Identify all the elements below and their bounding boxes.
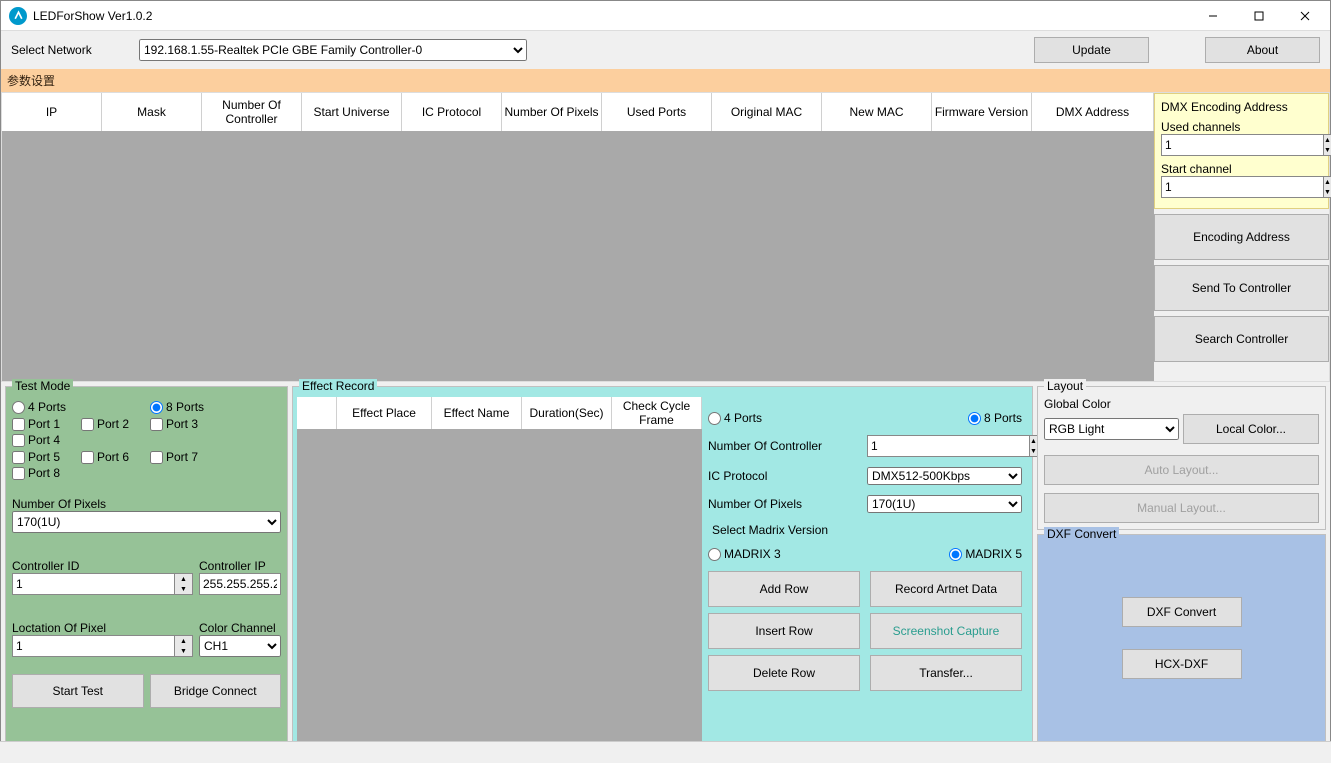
col-mask: Mask: [102, 93, 202, 131]
maximize-button[interactable]: [1236, 1, 1282, 31]
col-firmware: Firmware Version: [932, 93, 1032, 131]
effect-num-pixels-label: Number Of Pixels: [708, 497, 858, 511]
dxf-convert-button[interactable]: DXF Convert: [1122, 597, 1242, 627]
delete-row-button[interactable]: Delete Row: [708, 655, 860, 691]
controller-ip-label: Controller IP: [199, 559, 281, 573]
num-pixels-label: Number Of Pixels: [12, 497, 281, 511]
effect-radio-4ports[interactable]: 4 Ports: [708, 411, 762, 425]
location-pixel-label: Loctation Of Pixel: [12, 621, 193, 635]
layout-title: Layout: [1044, 379, 1086, 393]
location-pixel-input[interactable]: ▲▼: [12, 635, 193, 657]
auto-layout-button[interactable]: Auto Layout...: [1044, 455, 1319, 485]
chk-port7[interactable]: Port 7: [150, 450, 217, 464]
screenshot-capture-button[interactable]: Screenshot Capture: [870, 613, 1022, 649]
params-table: IP Mask Number Of Controller Start Unive…: [2, 93, 1154, 381]
color-channel-select[interactable]: CH1: [199, 635, 281, 657]
hcx-dxf-button[interactable]: HCX-DXF: [1122, 649, 1242, 679]
local-color-button[interactable]: Local Color...: [1183, 414, 1319, 444]
controller-id-label: Controller ID: [12, 559, 193, 573]
params-area: IP Mask Number Of Controller Start Unive…: [1, 92, 1330, 382]
used-channels-input[interactable]: ▲▼: [1161, 134, 1322, 156]
spin-up-icon[interactable]: ▲: [1324, 135, 1331, 145]
dxf-title: DXF Convert: [1044, 527, 1119, 541]
col-dmx-address: DMX Address: [1032, 93, 1154, 131]
chk-port5[interactable]: Port 5: [12, 450, 79, 464]
global-color-label: Global Color: [1044, 397, 1319, 411]
ic-protocol-label: IC Protocol: [708, 469, 858, 483]
controller-id-input[interactable]: ▲▼: [12, 573, 193, 595]
start-channel-label: Start channel: [1161, 162, 1322, 176]
chk-port2[interactable]: Port 2: [81, 417, 148, 431]
start-test-button[interactable]: Start Test: [12, 674, 144, 708]
num-pixels-select[interactable]: 170(1U): [12, 511, 281, 533]
controller-ip-input[interactable]: [199, 573, 281, 595]
radio-madrix5[interactable]: MADRIX 5: [949, 547, 1022, 561]
insert-row-button[interactable]: Insert Row: [708, 613, 860, 649]
col-new-mac: New MAC: [822, 93, 932, 131]
about-button[interactable]: About: [1205, 37, 1320, 63]
encoding-address-button[interactable]: Encoding Address: [1154, 214, 1329, 260]
add-row-button[interactable]: Add Row: [708, 571, 860, 607]
chk-port4[interactable]: Port 4: [12, 433, 79, 447]
layout-panel: Layout Global Color RGB Light Local Colo…: [1037, 386, 1326, 530]
spin-up-icon[interactable]: ▲: [1324, 177, 1331, 187]
params-title: 参数设置: [1, 69, 1330, 92]
col-effect-place: Effect Place: [337, 397, 432, 429]
statusbar: [0, 741, 1331, 763]
chk-port8[interactable]: Port 8: [12, 466, 79, 480]
num-controller-input[interactable]: ▲▼: [867, 435, 1022, 457]
color-channel-label: Color Channel: [199, 621, 281, 635]
test-mode-panel: Test Mode 4 Ports 8 Ports Port 1 Port 2 …: [5, 386, 288, 748]
madrix-version-label: Select Madrix Version: [712, 523, 1022, 537]
send-to-controller-button[interactable]: Send To Controller: [1154, 265, 1329, 311]
dxf-panel: DXF Convert DXF Convert HCX-DXF: [1037, 534, 1326, 748]
num-controller-label: Number Of Controller: [708, 439, 858, 453]
chk-port1[interactable]: Port 1: [12, 417, 79, 431]
ic-protocol-select[interactable]: DMX512-500Kbps: [867, 467, 1022, 485]
chk-port3[interactable]: Port 3: [150, 417, 217, 431]
toolbar: Select Network 192.168.1.55-Realtek PCIe…: [1, 31, 1330, 69]
select-network-label: Select Network: [11, 43, 131, 57]
manual-layout-button[interactable]: Manual Layout...: [1044, 493, 1319, 523]
minimize-button[interactable]: [1190, 1, 1236, 31]
effect-record-panel: Effect Record Effect Place Effect Name D…: [292, 386, 1033, 748]
network-select[interactable]: 192.168.1.55-Realtek PCIe GBE Family Con…: [139, 39, 527, 61]
effect-radio-8ports[interactable]: 8 Ports: [968, 411, 1022, 425]
record-artnet-button[interactable]: Record Artnet Data: [870, 571, 1022, 607]
chk-port6[interactable]: Port 6: [81, 450, 148, 464]
close-button[interactable]: [1282, 1, 1328, 31]
radio-madrix3[interactable]: MADRIX 3: [708, 547, 781, 561]
transfer-button[interactable]: Transfer...: [870, 655, 1022, 691]
app-icon: [9, 7, 27, 25]
radio-4ports[interactable]: 4 Ports: [12, 400, 66, 414]
global-color-select[interactable]: RGB Light: [1044, 418, 1179, 440]
col-original-mac: Original MAC: [712, 93, 822, 131]
col-start-universe: Start Universe: [302, 93, 402, 131]
col-ic-protocol: IC Protocol: [402, 93, 502, 131]
search-controller-button[interactable]: Search Controller: [1154, 316, 1329, 362]
spin-down-icon[interactable]: ▼: [1324, 187, 1331, 197]
radio-8ports[interactable]: 8 Ports: [150, 400, 204, 414]
bridge-connect-button[interactable]: Bridge Connect: [150, 674, 282, 708]
col-row-header: [297, 397, 337, 429]
dmx-title: DMX Encoding Address: [1161, 100, 1322, 114]
effect-table: Effect Place Effect Name Duration(Sec) C…: [297, 397, 702, 743]
col-duration: Duration(Sec): [522, 397, 612, 429]
spin-down-icon[interactable]: ▼: [1324, 145, 1331, 155]
start-channel-input[interactable]: ▲▼: [1161, 176, 1322, 198]
update-button[interactable]: Update: [1034, 37, 1149, 63]
used-channels-label: Used channels: [1161, 120, 1322, 134]
effect-num-pixels-select[interactable]: 170(1U): [867, 495, 1022, 513]
col-ip: IP: [2, 93, 102, 131]
col-used-ports: Used Ports: [602, 93, 712, 131]
col-num-pixels: Number Of Pixels: [502, 93, 602, 131]
col-effect-name: Effect Name: [432, 397, 522, 429]
titlebar: LEDForShow Ver1.0.2: [1, 1, 1330, 31]
effect-record-title: Effect Record: [299, 379, 377, 393]
test-mode-title: Test Mode: [12, 379, 73, 393]
col-num-controller: Number Of Controller: [202, 93, 302, 131]
dmx-panel: DMX Encoding Address Used channels ▲▼ St…: [1154, 93, 1329, 381]
window-title: LEDForShow Ver1.0.2: [33, 9, 1190, 23]
col-check-cycle: Check Cycle Frame: [612, 397, 702, 429]
